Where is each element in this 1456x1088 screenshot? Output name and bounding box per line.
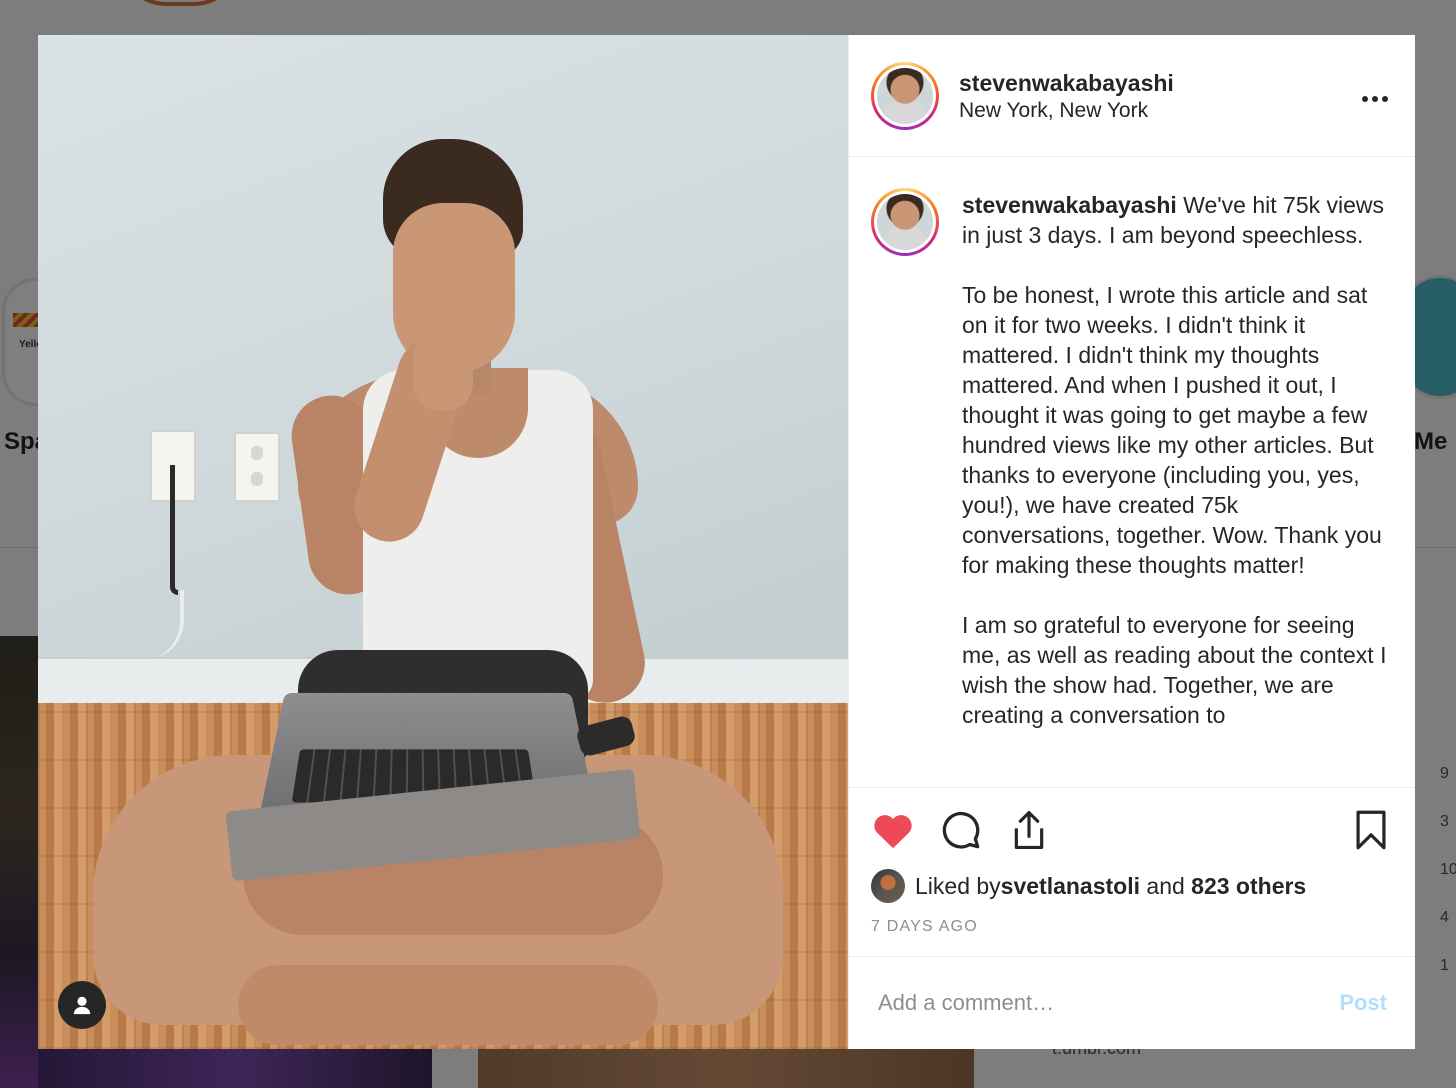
comment-input[interactable]	[878, 990, 1340, 1016]
comment-icon	[942, 811, 980, 849]
heart-icon	[874, 815, 912, 849]
save-button[interactable]	[1349, 808, 1393, 852]
post-photo[interactable]	[38, 35, 848, 1049]
avatar[interactable]	[871, 188, 939, 256]
photo-outlet	[234, 432, 280, 502]
caption-body: We've hit 75k views in just 3 days. I am…	[962, 192, 1387, 728]
more-options-button[interactable]	[1361, 79, 1389, 110]
liker-avatar[interactable]	[871, 869, 905, 903]
comment-button[interactable]	[939, 808, 983, 852]
photo-cord	[170, 465, 178, 595]
like-button[interactable]	[871, 808, 915, 852]
post-modal: stevenwakabayashi New York, New York ste…	[38, 35, 1415, 1049]
liked-by-and: and	[1140, 872, 1192, 899]
post-header: stevenwakabayashi New York, New York	[849, 35, 1415, 157]
more-icon	[1362, 96, 1388, 102]
liked-by-others[interactable]: 823 others	[1191, 873, 1306, 900]
comment-bar: Post	[849, 956, 1415, 1049]
post-actions: Liked by svetlanastoli and 823 others 7 …	[849, 787, 1415, 956]
photo-person-feet	[238, 965, 658, 1045]
liked-by-prefix: Liked by	[915, 872, 1001, 899]
post-side-panel: stevenwakabayashi New York, New York ste…	[848, 35, 1415, 1049]
avatar[interactable]	[871, 61, 939, 130]
header-username[interactable]: stevenwakabayashi	[959, 68, 1174, 98]
caption-text: stevenwakabayashi We've hit 75k views in…	[962, 190, 1392, 730]
caption-scroll-area[interactable]: stevenwakabayashi We've hit 75k views in…	[849, 158, 1415, 788]
user-icon	[73, 996, 91, 1015]
caption-comment: stevenwakabayashi We've hit 75k views in…	[871, 188, 1393, 730]
tagged-user-button[interactable]	[58, 981, 106, 1029]
caption-username[interactable]: stevenwakabayashi	[962, 192, 1177, 218]
post-timestamp[interactable]: 7 DAYS AGO	[871, 918, 1393, 936]
action-icons	[871, 788, 1393, 868]
share-icon	[1014, 810, 1044, 849]
bookmark-icon	[1356, 810, 1386, 850]
liked-by-user[interactable]: svetlanastoli	[1001, 873, 1140, 900]
photo-person-hand	[413, 331, 473, 411]
likes-summary: Liked by svetlanastoli and 823 others	[871, 868, 1393, 904]
avatar-image	[877, 67, 933, 124]
share-button[interactable]	[1007, 808, 1051, 852]
header-location[interactable]: New York, New York	[959, 98, 1174, 124]
post-comment-button[interactable]: Post	[1339, 990, 1387, 1016]
avatar-image	[877, 194, 933, 250]
